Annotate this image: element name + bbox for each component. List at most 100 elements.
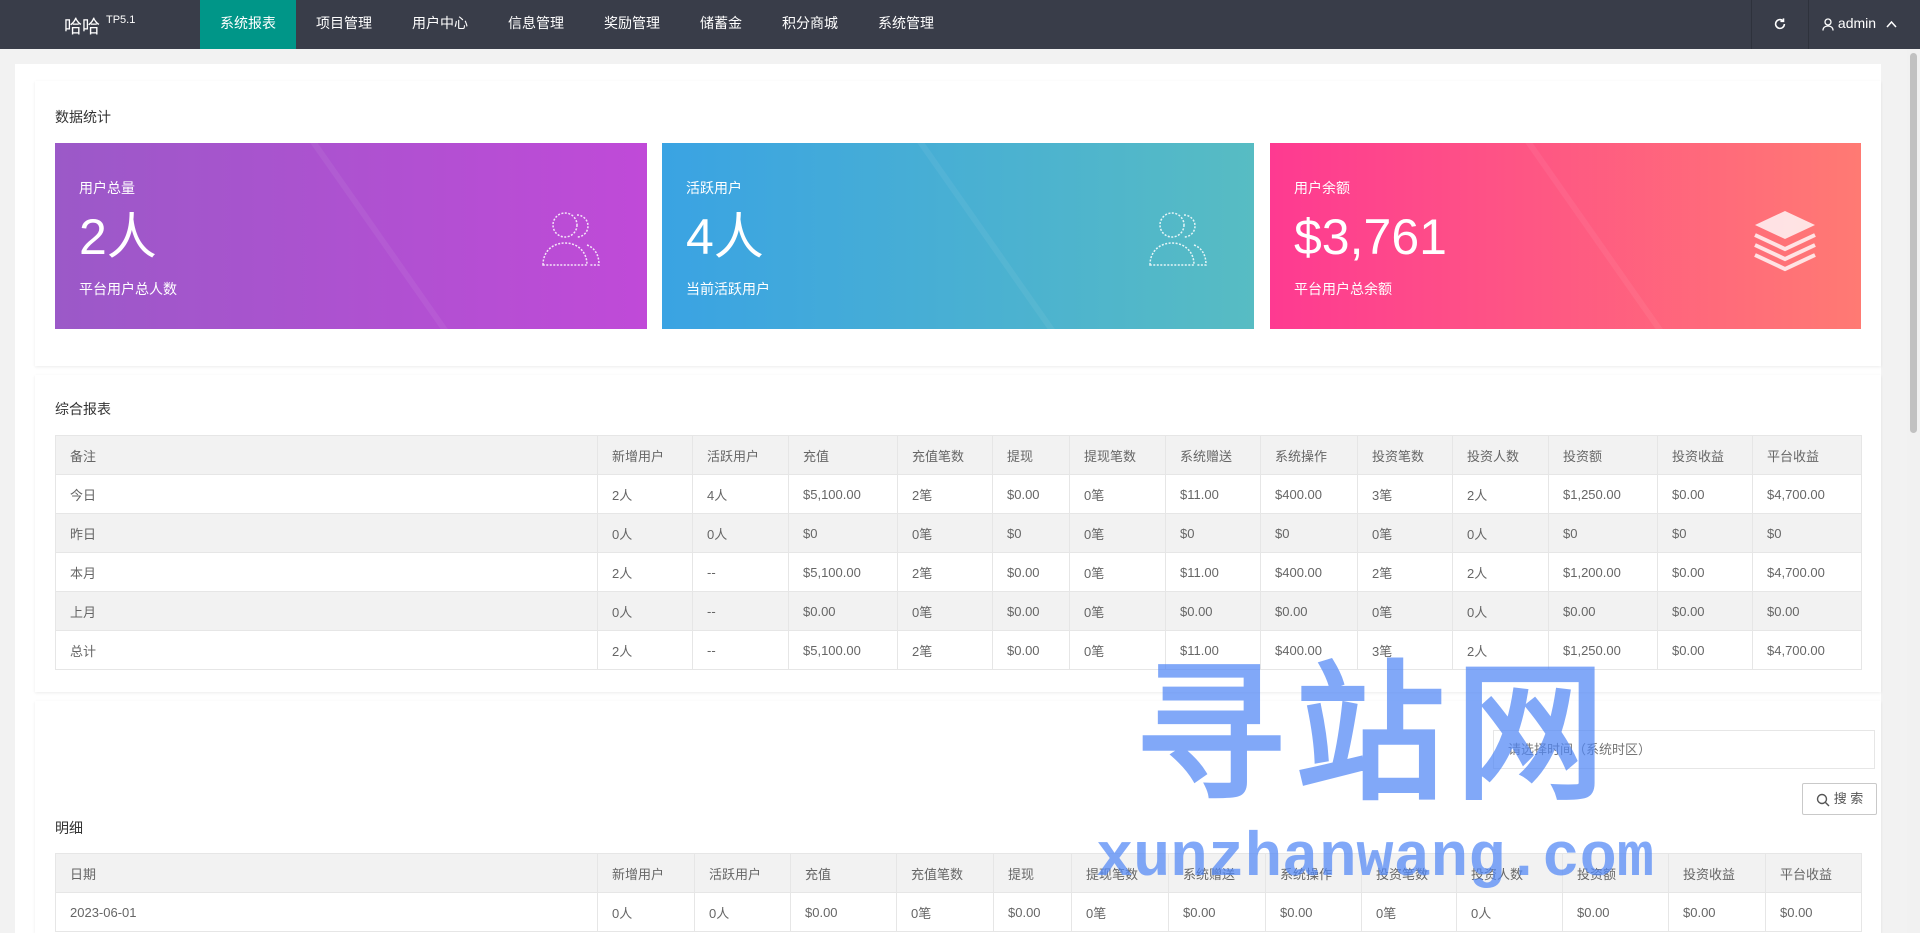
- table-cell: 0人: [694, 892, 791, 932]
- table-cell: 0笔: [1069, 630, 1166, 670]
- table-cell: $0.00: [1165, 591, 1261, 631]
- column-header: 新增用户: [597, 853, 695, 893]
- table-cell: 总计: [55, 630, 598, 670]
- table-cell: $0.00: [1548, 591, 1658, 631]
- column-header: 平台收益: [1752, 435, 1862, 475]
- stats-title: 数据统计: [55, 109, 111, 125]
- column-header: 充值笔数: [897, 435, 993, 475]
- column-header: 提现笔数: [1071, 853, 1169, 893]
- table-cell: 0笔: [896, 892, 994, 932]
- date-range-input[interactable]: [1493, 730, 1875, 769]
- column-header: 系统操作: [1265, 853, 1362, 893]
- table-cell: $11.00: [1165, 630, 1261, 670]
- table-cell: --: [692, 591, 789, 631]
- table-cell: 2笔: [897, 474, 993, 514]
- page-scrollbar[interactable]: [1907, 49, 1920, 933]
- table-cell: $0.00: [992, 591, 1070, 631]
- table-cell: 2笔: [1357, 552, 1453, 592]
- column-header: 充值: [788, 435, 898, 475]
- table-cell: $0: [1657, 513, 1753, 553]
- card-label: 活跃用户: [686, 180, 742, 196]
- column-header: 投资收益: [1657, 435, 1753, 475]
- top-navbar: 哈哈 TP5.1 系统报表 项目管理 用户中心 信息管理 奖励管理 储蓄金 积分商…: [0, 0, 1920, 49]
- nav-item-project-management[interactable]: 项目管理: [296, 0, 392, 49]
- search-button[interactable]: 搜 索: [1802, 783, 1877, 815]
- table-cell: $0.00: [1752, 591, 1862, 631]
- column-header: 系统操作: [1260, 435, 1358, 475]
- table-cell: 0人: [1452, 591, 1549, 631]
- table-cell: $0: [1260, 513, 1358, 553]
- table-cell: 0笔: [897, 591, 993, 631]
- nav-item-info-management[interactable]: 信息管理: [488, 0, 584, 49]
- table-cell: 2人: [597, 552, 693, 592]
- nav-item-points-mall[interactable]: 积分商城: [762, 0, 858, 49]
- table-cell: $5,100.00: [788, 474, 898, 514]
- table-cell: $1,250.00: [1548, 474, 1658, 514]
- column-header: 投资笔数: [1357, 435, 1453, 475]
- detail-title: 明细: [55, 820, 83, 836]
- detail-table: 日期 新增用户 活跃用户 充值 充值笔数 提现 提现笔数 系统赠送 系统操作 投资笔数 投资人数 投资…: [55, 853, 1862, 932]
- table-cell: 0人: [597, 591, 693, 631]
- table-cell: $0: [992, 513, 1070, 553]
- nav-item-reward-management[interactable]: 奖励管理: [584, 0, 680, 49]
- table-cell: 本月: [55, 552, 598, 592]
- column-header: 投资人数: [1452, 435, 1549, 475]
- logo[interactable]: 哈哈 TP5.1: [64, 0, 135, 49]
- nav-item-user-center[interactable]: 用户中心: [392, 0, 488, 49]
- table-cell: $11.00: [1165, 474, 1261, 514]
- table-cell: 0笔: [1357, 591, 1453, 631]
- table-row: 2023-06-01 0人 0人 $0.00 0笔 $0.00 0笔 $0.00 $0.00 0笔…: [55, 892, 1862, 932]
- main-nav: 系统报表 项目管理 用户中心 信息管理 奖励管理 储蓄金 积分商城 系统管理: [200, 0, 954, 49]
- table-cell: $0.00: [1657, 552, 1753, 592]
- column-header: 投资额: [1562, 853, 1669, 893]
- nav-item-system-report[interactable]: 系统报表: [200, 0, 296, 49]
- detail-header-row: 日期 新增用户 活跃用户 充值 充值笔数 提现 提现笔数 系统赠送 系统操作 投资笔数 投资人数 投资…: [55, 853, 1862, 893]
- table-cell: 3笔: [1357, 630, 1453, 670]
- card-desc: 平台用户总余额: [1294, 281, 1392, 297]
- table-cell: $4,700.00: [1752, 630, 1862, 670]
- table-cell: $0.00: [1765, 892, 1862, 932]
- table-cell: $0.00: [1168, 892, 1266, 932]
- logo-version: TP5.1: [106, 14, 136, 26]
- table-cell: --: [692, 630, 789, 670]
- nav-item-system-management[interactable]: 系统管理: [858, 0, 954, 49]
- refresh-icon: [1774, 18, 1786, 30]
- table-cell: 2人: [1452, 474, 1549, 514]
- refresh-button[interactable]: [1751, 0, 1808, 49]
- search-icon: [1816, 793, 1830, 807]
- table-row: 总计 2人 -- $5,100.00 2笔 $0.00 0笔 $11.00 $400.00 3笔 2…: [55, 630, 1862, 670]
- card-sheen: [303, 143, 493, 329]
- users-icon: [542, 212, 600, 266]
- table-row: 昨日 0人 0人 $0 0笔 $0 0笔 $0 $0 0笔 0人 $0 $0 $0: [55, 513, 1862, 553]
- nav-item-savings[interactable]: 储蓄金: [680, 0, 762, 49]
- column-header: 平台收益: [1765, 853, 1862, 893]
- table-cell: 0笔: [1069, 591, 1166, 631]
- layers-icon: [1754, 211, 1816, 272]
- scrollbar-thumb[interactable]: [1910, 53, 1917, 433]
- table-cell: 2笔: [897, 630, 993, 670]
- card-sheen: [910, 143, 1100, 329]
- users-icon: [1149, 212, 1207, 266]
- table-cell: $4,700.00: [1752, 474, 1862, 514]
- table-cell: --: [692, 552, 789, 592]
- column-header: 活跃用户: [692, 435, 789, 475]
- table-cell: $0.00: [992, 552, 1070, 592]
- table-cell: $0.00: [1668, 892, 1766, 932]
- table-cell: $5,100.00: [788, 552, 898, 592]
- stat-card-active-users: 活跃用户 4人 当前活跃用户: [662, 143, 1254, 329]
- stat-card-total-users: 用户总量 2人 平台用户总人数: [55, 143, 647, 329]
- table-cell: 2023-06-01: [55, 892, 598, 932]
- column-header: 充值: [790, 853, 897, 893]
- report-header-row: 备注 新增用户 活跃用户 充值 充值笔数 提现 提现笔数 系统赠送 系统操作 投资笔数 投资人数 投资…: [55, 435, 1862, 475]
- table-cell: $0.00: [1657, 630, 1753, 670]
- card-sheen: [1518, 143, 1708, 329]
- column-header: 投资额: [1548, 435, 1658, 475]
- table-cell: 0人: [1456, 892, 1563, 932]
- card-desc: 当前活跃用户: [686, 281, 770, 297]
- table-cell: $400.00: [1260, 552, 1358, 592]
- table-cell: $0: [1548, 513, 1658, 553]
- user-menu[interactable]: admin: [1808, 0, 1920, 49]
- table-cell: 3笔: [1357, 474, 1453, 514]
- main-content: 数据统计 用户总量 2人 平台用户总人数 活跃用户 4人 当前活跃用户 用户余额…: [15, 64, 1881, 933]
- table-cell: $5,100.00: [788, 630, 898, 670]
